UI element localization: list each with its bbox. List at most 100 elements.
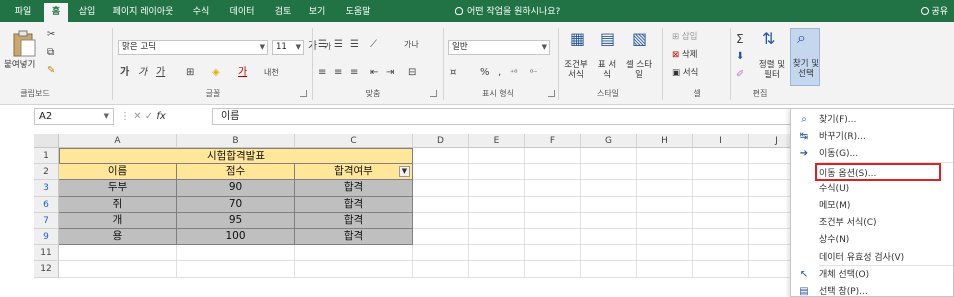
- column-header[interactable]: H: [637, 134, 693, 148]
- percent-button[interactable]: %: [480, 66, 490, 80]
- column-header[interactable]: D: [413, 134, 469, 148]
- number-dialog-launcher-icon[interactable]: [548, 90, 555, 97]
- empty-cell[interactable]: [637, 229, 693, 246]
- empty-cell[interactable]: [693, 148, 749, 165]
- increase-decimal-icon[interactable]: ⁺⁰: [510, 66, 517, 80]
- comma-button[interactable]: ,: [498, 66, 501, 80]
- filter-icon[interactable]: ▼: [399, 166, 410, 178]
- row-header[interactable]: 3: [34, 180, 59, 197]
- row-header[interactable]: 1: [34, 148, 59, 165]
- fill-icon[interactable]: ⬇: [736, 50, 744, 64]
- insert-cells-button[interactable]: ⊞ 삽입: [672, 32, 697, 43]
- empty-cell[interactable]: [637, 148, 693, 165]
- align-bottom-icon[interactable]: ☰: [350, 38, 359, 52]
- empty-cell[interactable]: [469, 180, 525, 197]
- table-data-cell[interactable]: 90: [177, 180, 295, 197]
- align-center-icon[interactable]: ≡: [334, 66, 342, 80]
- fx-icon[interactable]: fx: [156, 111, 165, 122]
- menu-item[interactable]: ▤ 선택 창(P)...: [791, 283, 954, 297]
- table-data-cell[interactable]: 용: [59, 229, 177, 246]
- sort-filter-button[interactable]: ⇅ 정렬 및 필터: [756, 28, 788, 86]
- clear-icon[interactable]: ✐: [736, 68, 744, 82]
- menu-item[interactable]: ↖ 개체 선택(O): [791, 266, 954, 284]
- tab-view[interactable]: 보기: [304, 4, 330, 20]
- bold-button[interactable]: 가: [120, 66, 129, 80]
- empty-cell[interactable]: [637, 164, 693, 181]
- table-data-cell[interactable]: 합격: [295, 196, 413, 213]
- tab-file[interactable]: 파일: [8, 4, 38, 20]
- empty-cell[interactable]: [413, 261, 469, 278]
- tab-insert[interactable]: 삽입: [74, 4, 100, 20]
- tab-review[interactable]: 검토: [270, 4, 296, 20]
- column-header[interactable]: I: [693, 134, 749, 148]
- table-data-cell[interactable]: 쥐: [59, 196, 177, 213]
- empty-cell[interactable]: [525, 164, 581, 181]
- table-data-cell[interactable]: 합격: [295, 212, 413, 229]
- tab-help[interactable]: 도움말: [338, 4, 378, 20]
- increase-indent-icon[interactable]: ⇥: [386, 66, 394, 80]
- tab-formulas[interactable]: 수식: [188, 4, 214, 20]
- font-name-combo[interactable]: 맑은 고딕 ▼: [118, 40, 268, 55]
- orientation-icon[interactable]: ⟋: [370, 38, 377, 52]
- row-header[interactable]: 7: [34, 212, 59, 229]
- menu-item[interactable]: 메모(M): [791, 197, 954, 215]
- empty-cell[interactable]: [469, 245, 525, 262]
- empty-cell[interactable]: [525, 196, 581, 213]
- empty-cell[interactable]: [295, 245, 413, 262]
- number-format-combo[interactable]: 일반 ▼: [448, 40, 550, 55]
- merge-center-icon[interactable]: ⊟: [408, 66, 416, 80]
- menu-item[interactable]: ↹ 바꾸기(R)...: [791, 128, 954, 146]
- empty-cell[interactable]: [693, 180, 749, 197]
- empty-cell[interactable]: [469, 229, 525, 246]
- row-header[interactable]: 2: [34, 164, 59, 181]
- cut-icon[interactable]: ✂: [47, 28, 55, 42]
- delete-cells-button[interactable]: ⊠ 삭제: [672, 50, 697, 61]
- empty-cell[interactable]: [581, 148, 637, 165]
- table-data-cell[interactable]: 합격: [295, 180, 413, 197]
- empty-cell[interactable]: [637, 261, 693, 278]
- menu-item[interactable]: ⌕ 찾기(F)...: [791, 111, 954, 129]
- empty-cell[interactable]: [581, 196, 637, 213]
- empty-cell[interactable]: [693, 245, 749, 262]
- align-right-icon[interactable]: ≡: [350, 66, 358, 80]
- empty-cell[interactable]: [693, 164, 749, 181]
- empty-cell[interactable]: [525, 245, 581, 262]
- wrap-text-button[interactable]: 가나: [404, 38, 419, 52]
- empty-cell[interactable]: [581, 261, 637, 278]
- tab-page-layout[interactable]: 페이지 레이아웃: [106, 4, 180, 20]
- row-header[interactable]: 12: [34, 261, 59, 278]
- table-data-cell[interactable]: 70: [177, 196, 295, 213]
- empty-cell[interactable]: [525, 229, 581, 246]
- empty-cell[interactable]: [177, 261, 295, 278]
- table-header-cell[interactable]: 이름: [59, 164, 177, 181]
- align-left-icon[interactable]: ≡: [318, 66, 326, 80]
- empty-cell[interactable]: [637, 245, 693, 262]
- menu-item[interactable]: 조건부 서식(C): [791, 214, 954, 232]
- table-header-cell[interactable]: 합격여부 ▼: [295, 164, 413, 181]
- empty-cell[interactable]: [177, 245, 295, 262]
- table-header-cell[interactable]: 점수: [177, 164, 295, 181]
- empty-cell[interactable]: [469, 148, 525, 165]
- underline-button[interactable]: 가: [156, 66, 165, 80]
- empty-cell[interactable]: [693, 212, 749, 229]
- find-select-button[interactable]: ⌕ 찾기 및 선택: [790, 28, 820, 86]
- format-painter-icon[interactable]: ✎: [47, 64, 55, 78]
- empty-cell[interactable]: [581, 164, 637, 181]
- paste-button[interactable]: 붙여넣기: [4, 28, 44, 86]
- empty-cell[interactable]: [637, 196, 693, 213]
- name-box[interactable]: A2 ▼: [34, 108, 114, 125]
- table-data-cell[interactable]: 개: [59, 212, 177, 229]
- tab-home[interactable]: 홈: [44, 3, 68, 22]
- phonetic-button[interactable]: 내천: [264, 66, 279, 80]
- share-button[interactable]: 공유: [921, 4, 948, 20]
- empty-cell[interactable]: [637, 180, 693, 197]
- table-data-cell[interactable]: 두부: [59, 180, 177, 197]
- empty-cell[interactable]: [469, 261, 525, 278]
- empty-cell[interactable]: [525, 261, 581, 278]
- empty-cell[interactable]: [637, 212, 693, 229]
- table-data-cell[interactable]: 95: [177, 212, 295, 229]
- font-size-combo[interactable]: 11 ▼: [272, 40, 304, 55]
- empty-cell[interactable]: [413, 180, 469, 197]
- format-as-table-button[interactable]: ▤ 표 서식: [594, 28, 620, 86]
- empty-cell[interactable]: [413, 148, 469, 165]
